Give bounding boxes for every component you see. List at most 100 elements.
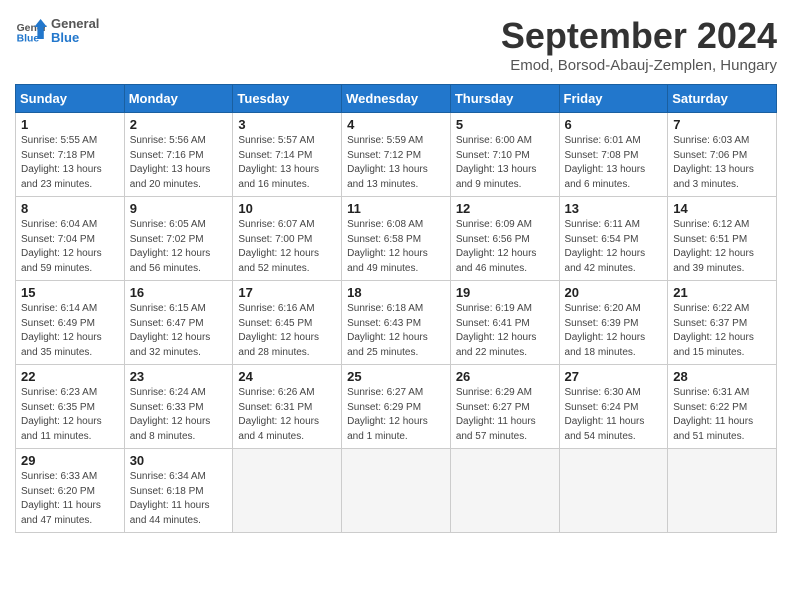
- weekday-header: Saturday: [668, 85, 777, 113]
- calendar-cell: 10 Sunrise: 6:07 AMSunset: 7:00 PMDayligh…: [233, 197, 342, 281]
- day-info: Sunrise: 6:14 AMSunset: 6:49 PMDaylight:…: [21, 302, 119, 360]
- day-info: Sunrise: 6:05 AMSunset: 7:02 PMDaylight:…: [130, 218, 228, 276]
- calendar-cell: 5 Sunrise: 6:00 AMSunset: 7:10 PMDaylight…: [450, 113, 559, 197]
- calendar-cell: 29 Sunrise: 6:33 AMSunset: 6:20 PMDayligh…: [16, 449, 125, 533]
- day-number: 14: [673, 201, 771, 216]
- day-info: Sunrise: 5:57 AMSunset: 7:14 PMDaylight:…: [238, 134, 336, 192]
- day-info: Sunrise: 6:30 AMSunset: 6:24 PMDaylight:…: [565, 386, 663, 444]
- day-number: 27: [565, 369, 663, 384]
- calendar-cell: 20 Sunrise: 6:20 AMSunset: 6:39 PMDayligh…: [559, 281, 668, 365]
- day-number: 8: [21, 201, 119, 216]
- day-number: 10: [238, 201, 336, 216]
- day-info: Sunrise: 6:03 AMSunset: 7:06 PMDaylight:…: [673, 134, 771, 192]
- day-number: 28: [673, 369, 771, 384]
- day-number: 3: [238, 117, 336, 132]
- day-info: Sunrise: 5:56 AMSunset: 7:16 PMDaylight:…: [130, 134, 228, 192]
- day-number: 24: [238, 369, 336, 384]
- day-info: Sunrise: 6:12 AMSunset: 6:51 PMDaylight:…: [673, 218, 771, 276]
- day-number: 9: [130, 201, 228, 216]
- day-number: 29: [21, 453, 119, 468]
- day-info: Sunrise: 5:59 AMSunset: 7:12 PMDaylight:…: [347, 134, 445, 192]
- day-number: 26: [456, 369, 554, 384]
- calendar-week-row: 1 Sunrise: 5:55 AMSunset: 7:18 PMDaylight…: [16, 113, 777, 197]
- calendar-header: SundayMondayTuesdayWednesdayThursdayFrid…: [16, 85, 777, 113]
- calendar-cell: 7 Sunrise: 6:03 AMSunset: 7:06 PMDaylight…: [668, 113, 777, 197]
- weekday-header: Monday: [124, 85, 233, 113]
- day-info: Sunrise: 6:23 AMSunset: 6:35 PMDaylight:…: [21, 386, 119, 444]
- day-info: Sunrise: 6:11 AMSunset: 6:54 PMDaylight:…: [565, 218, 663, 276]
- day-number: 7: [673, 117, 771, 132]
- day-info: Sunrise: 6:04 AMSunset: 7:04 PMDaylight:…: [21, 218, 119, 276]
- day-number: 1: [21, 117, 119, 132]
- page-header: General Blue GeneralBlue September 2024 …: [15, 15, 777, 74]
- day-info: Sunrise: 6:15 AMSunset: 6:47 PMDaylight:…: [130, 302, 228, 360]
- day-number: 12: [456, 201, 554, 216]
- day-number: 22: [21, 369, 119, 384]
- day-number: 5: [456, 117, 554, 132]
- day-info: Sunrise: 6:26 AMSunset: 6:31 PMDaylight:…: [238, 386, 336, 444]
- day-number: 18: [347, 285, 445, 300]
- day-info: Sunrise: 6:24 AMSunset: 6:33 PMDaylight:…: [130, 386, 228, 444]
- day-info: Sunrise: 6:29 AMSunset: 6:27 PMDaylight:…: [456, 386, 554, 444]
- calendar-week-row: 15Sunrise: 6:14 AMSunset: 6:49 PMDayligh…: [16, 281, 777, 365]
- day-info: Sunrise: 6:20 AMSunset: 6:39 PMDaylight:…: [565, 302, 663, 360]
- day-number: 30: [130, 453, 228, 468]
- calendar-cell: [450, 449, 559, 533]
- calendar-cell: 13 Sunrise: 6:11 AMSunset: 6:54 PMDayligh…: [559, 197, 668, 281]
- day-info: Sunrise: 6:22 AMSunset: 6:37 PMDaylight:…: [673, 302, 771, 360]
- calendar-cell: 30 Sunrise: 6:34 AMSunset: 6:18 PMDayligh…: [124, 449, 233, 533]
- day-info: Sunrise: 6:34 AMSunset: 6:18 PMDaylight:…: [130, 470, 228, 528]
- calendar-week-row: 22 Sunrise: 6:23 AMSunset: 6:35 PMDayligh…: [16, 365, 777, 449]
- month-title: September 2024: [501, 15, 777, 57]
- calendar-cell: [233, 449, 342, 533]
- day-info: Sunrise: 5:55 AMSunset: 7:18 PMDaylight:…: [21, 134, 119, 192]
- calendar-cell: 6 Sunrise: 6:01 AMSunset: 7:08 PMDaylight…: [559, 113, 668, 197]
- calendar-week-row: 29 Sunrise: 6:33 AMSunset: 6:20 PMDayligh…: [16, 449, 777, 533]
- calendar-cell: [342, 449, 451, 533]
- calendar-cell: 8 Sunrise: 6:04 AMSunset: 7:04 PMDaylight…: [16, 197, 125, 281]
- day-info: Sunrise: 6:18 AMSunset: 6:43 PMDaylight:…: [347, 302, 445, 360]
- day-info: Sunrise: 6:33 AMSunset: 6:20 PMDaylight:…: [21, 470, 119, 528]
- day-number: 19: [456, 285, 554, 300]
- weekday-header: Wednesday: [342, 85, 451, 113]
- location: Emod, Borsod-Abauj-Zemplen, Hungary: [501, 57, 777, 74]
- day-info: Sunrise: 6:00 AMSunset: 7:10 PMDaylight:…: [456, 134, 554, 192]
- weekday-header: Sunday: [16, 85, 125, 113]
- day-number: 16: [130, 285, 228, 300]
- day-number: 25: [347, 369, 445, 384]
- svg-text:Blue: Blue: [17, 33, 40, 44]
- calendar-cell: 2 Sunrise: 5:56 AMSunset: 7:16 PMDaylight…: [124, 113, 233, 197]
- calendar-cell: 21 Sunrise: 6:22 AMSunset: 6:37 PMDayligh…: [668, 281, 777, 365]
- calendar-cell: [559, 449, 668, 533]
- calendar-cell: 4Sunrise: 5:59 AMSunset: 7:12 PMDaylight…: [342, 113, 451, 197]
- day-number: 2: [130, 117, 228, 132]
- day-number: 6: [565, 117, 663, 132]
- calendar-cell: 26 Sunrise: 6:29 AMSunset: 6:27 PMDayligh…: [450, 365, 559, 449]
- calendar-cell: 15Sunrise: 6:14 AMSunset: 6:49 PMDayligh…: [16, 281, 125, 365]
- logo-icon: General Blue: [15, 15, 47, 47]
- day-number: 17: [238, 285, 336, 300]
- day-info: Sunrise: 6:07 AMSunset: 7:00 PMDaylight:…: [238, 218, 336, 276]
- day-info: Sunrise: 6:27 AMSunset: 6:29 PMDaylight:…: [347, 386, 445, 444]
- calendar-cell: 22 Sunrise: 6:23 AMSunset: 6:35 PMDayligh…: [16, 365, 125, 449]
- day-number: 21: [673, 285, 771, 300]
- weekday-header: Friday: [559, 85, 668, 113]
- day-info: Sunrise: 6:19 AMSunset: 6:41 PMDaylight:…: [456, 302, 554, 360]
- day-info: Sunrise: 6:16 AMSunset: 6:45 PMDaylight:…: [238, 302, 336, 360]
- calendar-cell: 14 Sunrise: 6:12 AMSunset: 6:51 PMDayligh…: [668, 197, 777, 281]
- calendar-cell: 25 Sunrise: 6:27 AMSunset: 6:29 PMDayligh…: [342, 365, 451, 449]
- calendar-cell: 12Sunrise: 6:09 AMSunset: 6:56 PMDayligh…: [450, 197, 559, 281]
- calendar-cell: 17 Sunrise: 6:16 AMSunset: 6:45 PMDayligh…: [233, 281, 342, 365]
- calendar-cell: 24 Sunrise: 6:26 AMSunset: 6:31 PMDayligh…: [233, 365, 342, 449]
- day-info: Sunrise: 6:01 AMSunset: 7:08 PMDaylight:…: [565, 134, 663, 192]
- calendar-cell: 19 Sunrise: 6:19 AMSunset: 6:41 PMDayligh…: [450, 281, 559, 365]
- day-number: 13: [565, 201, 663, 216]
- weekday-header: Tuesday: [233, 85, 342, 113]
- day-number: 20: [565, 285, 663, 300]
- calendar-cell: 28Sunrise: 6:31 AMSunset: 6:22 PMDayligh…: [668, 365, 777, 449]
- calendar-cell: 27 Sunrise: 6:30 AMSunset: 6:24 PMDayligh…: [559, 365, 668, 449]
- logo-text: GeneralBlue: [51, 17, 99, 46]
- calendar-cell: 3 Sunrise: 5:57 AMSunset: 7:14 PMDaylight…: [233, 113, 342, 197]
- day-number: 23: [130, 369, 228, 384]
- calendar-cell: 11Sunrise: 6:08 AMSunset: 6:58 PMDayligh…: [342, 197, 451, 281]
